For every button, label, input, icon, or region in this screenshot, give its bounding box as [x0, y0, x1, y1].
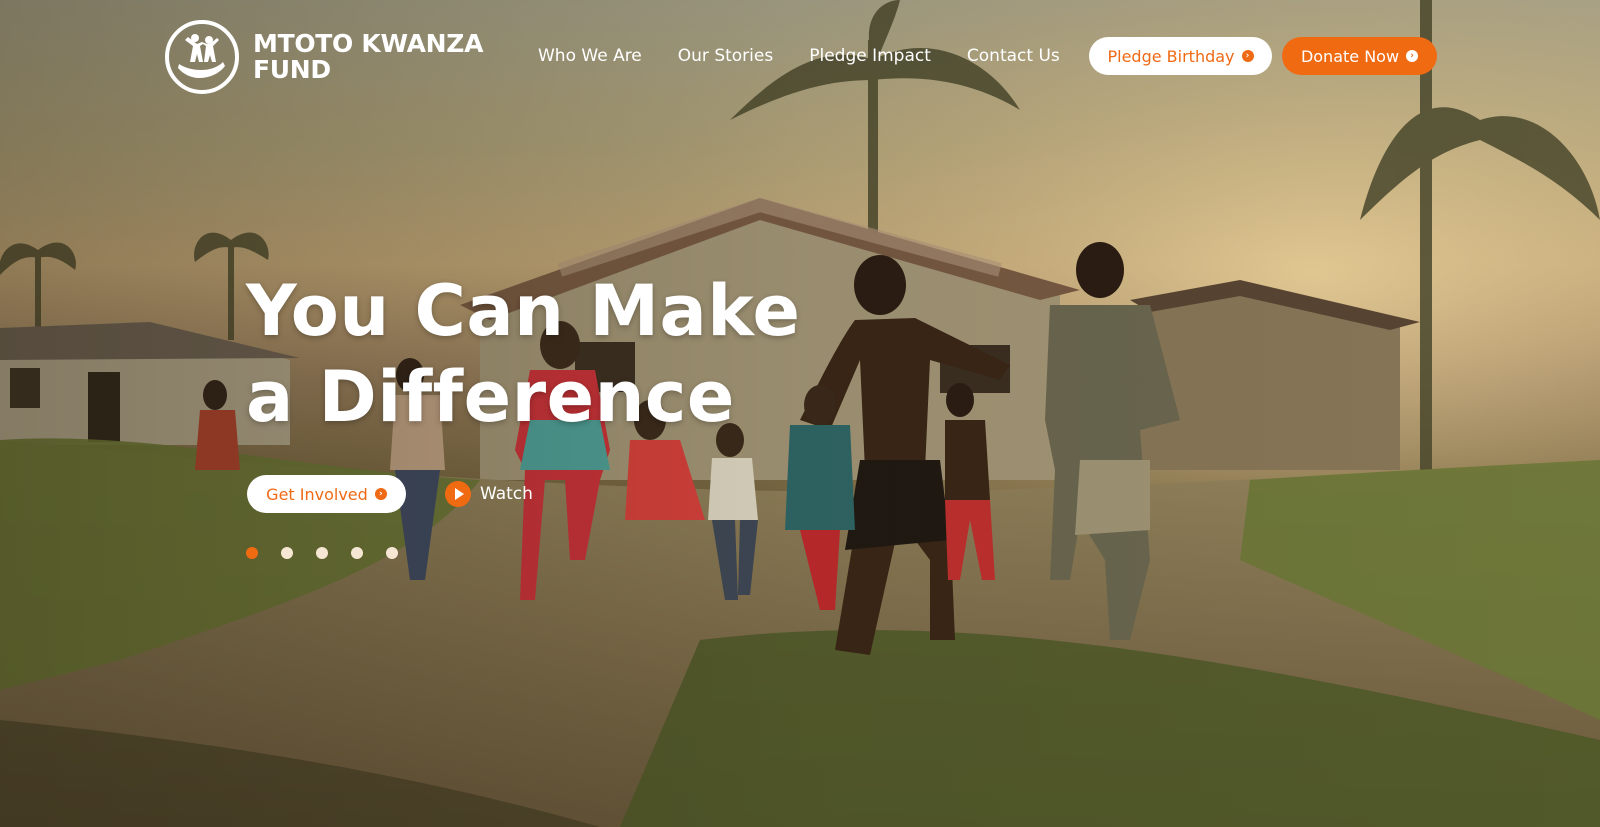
- play-icon: [445, 481, 471, 507]
- nav-item-pledge-impact[interactable]: Pledge Impact: [809, 46, 931, 66]
- arrow-right-circle-icon: ›: [1241, 50, 1254, 62]
- slider-dots: [246, 547, 398, 559]
- slider-dot[interactable]: [246, 547, 258, 559]
- slider-dot[interactable]: [316, 547, 328, 559]
- watch-video-button[interactable]: Watch: [445, 481, 533, 507]
- brand-name-line2: FUND: [253, 55, 331, 84]
- donate-now-button[interactable]: Donate Now ›: [1282, 37, 1437, 75]
- hero-headline-line1: You Can Make: [246, 270, 801, 352]
- slider-dot[interactable]: [281, 547, 293, 559]
- arrow-right-circle-icon: ›: [1406, 50, 1419, 62]
- hero-headline: You Can Make a Difference: [246, 268, 800, 440]
- main-nav: Who We Are Our Stories Pledge Impact Con…: [538, 46, 1060, 66]
- children-in-hand-icon: [165, 20, 239, 94]
- nav-item-who-we-are[interactable]: Who We Are: [538, 46, 642, 66]
- brand-logo[interactable]: MTOTO KWANZA FUND: [165, 20, 483, 94]
- brand-name: MTOTO KWANZA FUND: [253, 31, 483, 83]
- slider-dot[interactable]: [386, 547, 398, 559]
- pledge-birthday-button[interactable]: Pledge Birthday ›: [1089, 37, 1272, 75]
- nav-item-our-stories[interactable]: Our Stories: [678, 46, 773, 66]
- brand-name-line1: MTOTO KWANZA: [253, 29, 484, 58]
- site-header: MTOTO KWANZA FUND Who We Are Our Stories…: [0, 0, 1600, 114]
- watch-label: Watch: [480, 484, 533, 504]
- nav-item-contact-us[interactable]: Contact Us: [967, 46, 1060, 66]
- hero-headline-line2: a Difference: [246, 356, 735, 438]
- arrow-right-circle-icon: ›: [374, 488, 387, 500]
- get-involved-button[interactable]: Get Involved ›: [247, 475, 406, 513]
- donate-now-label: Donate Now: [1300, 46, 1400, 66]
- slider-dot[interactable]: [351, 547, 363, 559]
- pledge-birthday-label: Pledge Birthday: [1107, 46, 1235, 66]
- get-involved-label: Get Involved: [266, 484, 368, 504]
